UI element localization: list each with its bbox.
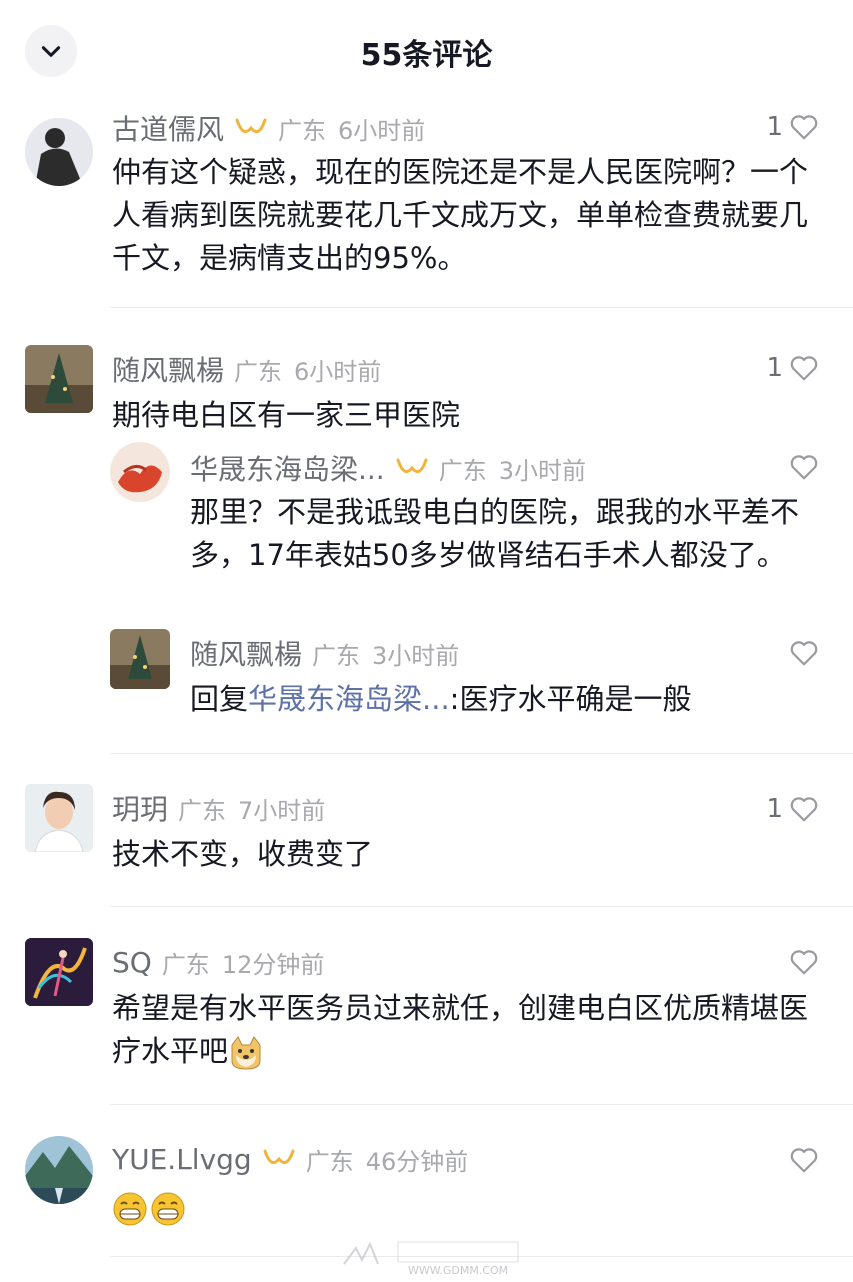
comment-text: 技术不变，收费变了 bbox=[112, 837, 374, 871]
heart-icon bbox=[790, 950, 818, 975]
timestamp: 12分钟前 bbox=[221, 950, 325, 979]
location: 广东 bbox=[234, 357, 283, 386]
username[interactable]: SQ bbox=[112, 946, 152, 979]
comment-text bbox=[112, 1186, 186, 1229]
avatar[interactable] bbox=[25, 1136, 93, 1204]
reply-avatar[interactable] bbox=[110, 442, 170, 502]
username[interactable]: 古道儒风 bbox=[112, 108, 224, 148]
comment-meta: 古道儒风 广东 6小时前 bbox=[112, 108, 425, 148]
reply-text: 回复华晟东海岛梁...:医疗水平确是一般 bbox=[190, 678, 826, 721]
avatar[interactable] bbox=[25, 784, 93, 852]
heart-icon bbox=[790, 115, 818, 140]
site-watermark: WWW.GDMM.COM bbox=[338, 1234, 538, 1278]
username[interactable]: 随风飘楊 bbox=[190, 633, 302, 673]
fan-badge-icon bbox=[234, 116, 268, 140]
like-button[interactable]: 1 bbox=[766, 794, 819, 824]
comment-body: 希望是有水平医务员过来就任，创建电白区优质精堪医疗水平吧 bbox=[112, 991, 809, 1068]
username[interactable]: 华晟东海岛梁... bbox=[190, 448, 385, 488]
like-button[interactable]: 1 bbox=[766, 112, 819, 142]
heart-icon bbox=[790, 641, 818, 666]
timestamp: 46分钟前 bbox=[365, 1147, 469, 1176]
watermark-text: WWW.GDMM.COM bbox=[408, 1264, 509, 1277]
like-button[interactable] bbox=[789, 639, 819, 667]
reply-meta: 华晟东海岛梁... 广东 3小时前 bbox=[190, 448, 586, 488]
grin-emoji-icon bbox=[150, 1191, 186, 1227]
page-title: 55条评论 bbox=[360, 38, 493, 73]
mention-link[interactable]: 华晟东海岛梁... bbox=[248, 682, 450, 716]
divider bbox=[110, 753, 853, 754]
username[interactable]: 随风飘楊 bbox=[112, 349, 224, 389]
comment-text: 期待电白区有一家三甲医院 bbox=[112, 398, 461, 432]
divider bbox=[110, 1104, 853, 1105]
like-count: 1 bbox=[766, 794, 783, 824]
divider bbox=[110, 906, 853, 907]
comment-text: 希望是有水平医务员过来就任，创建电白区优质精堪医疗水平吧 bbox=[112, 987, 827, 1073]
location: 广东 bbox=[178, 796, 227, 825]
location: 广东 bbox=[278, 116, 327, 145]
avatar[interactable] bbox=[25, 118, 93, 186]
timestamp: 6小时前 bbox=[294, 357, 382, 386]
like-count: 1 bbox=[766, 112, 783, 142]
location: 广东 bbox=[438, 456, 487, 485]
reply-meta: 随风飘楊 广东 3小时前 bbox=[190, 633, 459, 673]
reply-body: :医疗水平确是一般 bbox=[449, 682, 692, 716]
timestamp: 3小时前 bbox=[498, 456, 586, 485]
reply-avatar[interactable] bbox=[110, 629, 170, 689]
username[interactable]: YUE.Llvgg bbox=[112, 1143, 252, 1176]
avatar[interactable] bbox=[25, 345, 93, 413]
location: 广东 bbox=[312, 641, 361, 670]
fan-badge-icon bbox=[395, 456, 429, 480]
comment-meta: 玥玥 广东 7小时前 bbox=[112, 788, 325, 828]
username[interactable]: 玥玥 bbox=[112, 788, 168, 828]
like-button[interactable] bbox=[789, 1146, 819, 1174]
fan-badge-icon bbox=[262, 1147, 296, 1171]
heart-icon bbox=[790, 455, 818, 480]
reply-prefix: 回复 bbox=[190, 682, 249, 716]
comment-meta: 随风飘楊 广东 6小时前 bbox=[112, 349, 381, 389]
like-button[interactable] bbox=[789, 948, 819, 976]
comment-meta: YUE.Llvgg 广东 46分钟前 bbox=[112, 1139, 468, 1179]
like-button[interactable]: 1 bbox=[766, 353, 819, 383]
doge-emoji-icon bbox=[228, 1035, 264, 1071]
divider bbox=[110, 307, 853, 308]
like-count: 1 bbox=[766, 353, 783, 383]
reply-text: 那里？不是我诋毁电白的医院，跟我的水平差不多，17年表姑50多岁做肾结石手术人都… bbox=[190, 495, 800, 572]
location: 广东 bbox=[161, 950, 210, 979]
timestamp: 3小时前 bbox=[372, 641, 460, 670]
location: 广东 bbox=[305, 1147, 354, 1176]
header: 55条评论 bbox=[0, 0, 853, 104]
like-button[interactable] bbox=[789, 453, 819, 481]
timestamp: 6小时前 bbox=[338, 116, 426, 145]
heart-icon bbox=[790, 1148, 818, 1173]
heart-icon bbox=[790, 797, 818, 822]
comment-text: 仲有这个疑惑，现在的医院还是不是人民医院啊？一个人看病到医院就要花几千文成万文，… bbox=[112, 155, 809, 275]
comment-list[interactable]: 古道儒风 广东 6小时前 1 仲有这个疑惑，现在的医院还是不是人民医院啊？一个人… bbox=[0, 104, 853, 1280]
avatar[interactable] bbox=[25, 938, 93, 1006]
heart-icon bbox=[790, 356, 818, 381]
timestamp: 7小时前 bbox=[238, 796, 326, 825]
grin-emoji-icon bbox=[112, 1191, 148, 1227]
comment-meta: SQ 广东 12分钟前 bbox=[112, 942, 324, 982]
